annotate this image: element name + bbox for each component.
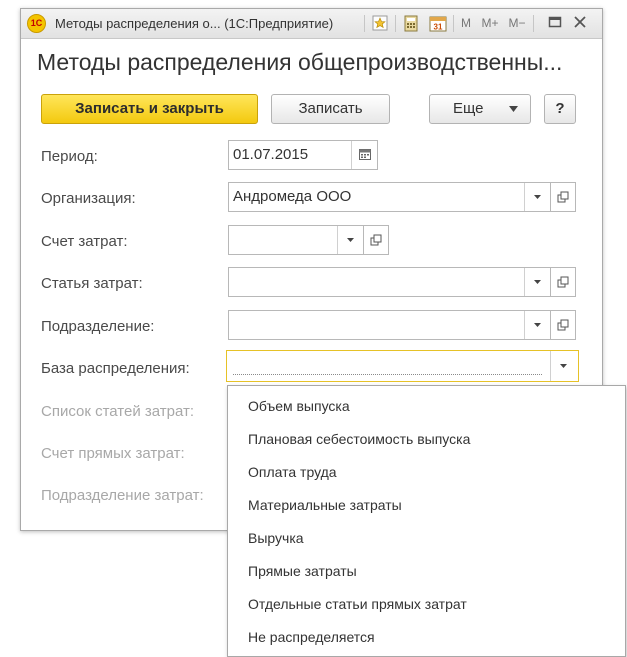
- period-value: 01.07.2015: [233, 146, 309, 163]
- form-heading: Методы распределения общепроизводственны…: [37, 49, 563, 75]
- open-form-icon: [557, 276, 569, 288]
- save-button[interactable]: Записать: [271, 94, 390, 124]
- open-form-icon: [557, 319, 569, 331]
- department-open-button[interactable]: [550, 310, 576, 340]
- open-form-icon: [370, 234, 382, 246]
- favorites-star-icon[interactable]: [371, 15, 389, 32]
- dropdown-option[interactable]: Выручка: [248, 530, 304, 546]
- period-label: Период:: [41, 148, 98, 165]
- dropdown-option[interactable]: Оплата труда: [248, 464, 337, 480]
- department-dropdown-button[interactable]: [524, 311, 550, 339]
- m-plus-icon[interactable]: M+: [479, 15, 501, 32]
- department-field[interactable]: [228, 310, 551, 340]
- help-button[interactable]: ?: [544, 94, 576, 124]
- organization-value: Андромеда ООО: [233, 188, 352, 205]
- chevron-down-icon: [347, 238, 354, 242]
- department-label: Подразделение:: [41, 318, 155, 335]
- input-caret-line: [233, 374, 542, 375]
- cost-item-dropdown-button[interactable]: [524, 268, 550, 296]
- cost-item-field[interactable]: [228, 267, 551, 297]
- dropdown-option[interactable]: Прямые затраты: [248, 563, 357, 579]
- chevron-down-icon: [560, 364, 567, 368]
- chevron-down-icon: [534, 195, 541, 199]
- dropdown-option[interactable]: Плановая себестоимость выпуска: [248, 431, 470, 447]
- period-field[interactable]: 01.07.2015: [228, 140, 378, 170]
- dropdown-option[interactable]: Не распределяется: [248, 629, 375, 645]
- calculator-icon[interactable]: [402, 15, 420, 32]
- calendar-picker-button[interactable]: [351, 141, 377, 169]
- dropdown-option[interactable]: Объем выпуска: [248, 398, 350, 414]
- title-bar: 1С Методы распределения о... (1С:Предпри…: [21, 9, 602, 39]
- allocation-base-dropdown-button[interactable]: [550, 351, 576, 381]
- m-minus-icon[interactable]: M−: [506, 15, 528, 32]
- cost-account-open-button[interactable]: [363, 225, 389, 255]
- allocation-base-label: База распределения:: [41, 360, 190, 377]
- organization-open-button[interactable]: [550, 182, 576, 212]
- organization-label: Организация:: [41, 190, 136, 207]
- m-icon[interactable]: M: [459, 15, 473, 32]
- dropdown-option[interactable]: Материальные затраты: [248, 497, 402, 513]
- cost-items-list-label: Список статей затрат:: [41, 403, 195, 420]
- close-icon[interactable]: [572, 15, 588, 32]
- toolbar-separator: [395, 15, 396, 32]
- chevron-down-icon: [534, 280, 541, 284]
- organization-field[interactable]: Андромеда ООО: [228, 182, 551, 212]
- more-button[interactable]: Еще: [429, 94, 531, 124]
- cost-account-dropdown-button[interactable]: [337, 226, 363, 254]
- toolbar-separator: [453, 15, 454, 32]
- cost-account-label: Счет затрат:: [41, 233, 128, 250]
- toolbar-separator: [364, 15, 365, 32]
- cost-account-field[interactable]: [228, 225, 364, 255]
- toolbar-separator: [533, 15, 534, 32]
- direct-cost-account-label: Счет прямых затрат:: [41, 445, 185, 462]
- dropdown-option[interactable]: Отдельные статьи прямых затрат: [248, 596, 467, 612]
- 1c-logo-icon: 1С: [27, 14, 46, 33]
- organization-dropdown-button[interactable]: [524, 183, 550, 211]
- svg-text:31: 31: [434, 23, 443, 32]
- open-form-icon: [557, 191, 569, 203]
- more-button-label: Еще: [453, 100, 484, 117]
- allocation-base-dropdown-list: Объем выпуска Плановая себестоимость вып…: [227, 385, 626, 657]
- maximize-icon[interactable]: [547, 15, 563, 32]
- chevron-down-icon: [509, 106, 518, 112]
- calendar-icon[interactable]: 31: [428, 15, 448, 32]
- calendar-icon: [359, 149, 371, 160]
- chevron-down-icon: [534, 323, 541, 327]
- allocation-base-field[interactable]: [226, 350, 579, 382]
- cost-item-open-button[interactable]: [550, 267, 576, 297]
- cost-item-label: Статья затрат:: [41, 275, 143, 292]
- cost-department-label: Подразделение затрат:: [41, 487, 204, 504]
- save-and-close-button[interactable]: Записать и закрыть: [41, 94, 258, 124]
- window-title: Методы распределения о... (1С:Предприяти…: [55, 16, 334, 31]
